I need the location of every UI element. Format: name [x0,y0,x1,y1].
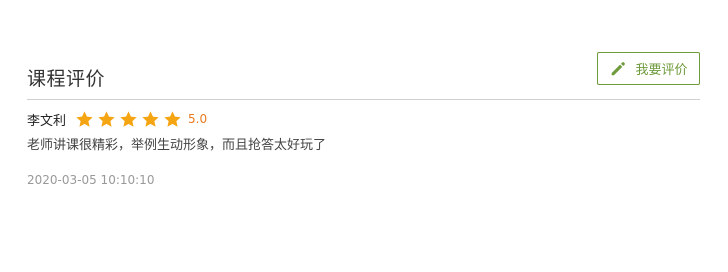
section-title: 课程评价 [27,68,106,90]
review-comment: 老师讲课很精彩，举例生动形象，而且抢答太好玩了 [27,138,327,153]
review-item: 李文利 5.0 老师讲课很精彩，举例生动形象，而且抢答太好玩了 2020-03-… [27,108,700,188]
star-icon [164,110,181,127]
course-review-panel: 课程评价 我要评价 李文利 5.0 老师讲课很精彩，举例生动形象，而且抢答太好玩… [0,0,728,272]
star-icon [76,110,93,127]
write-review-label: 我要评价 [635,63,688,78]
write-review-button[interactable]: 我要评价 [597,52,700,85]
rating-score: 5.0 [188,112,208,126]
star-icon [120,110,137,127]
star-icon [142,110,159,127]
reviewer-name: 李文利 [27,113,67,129]
star-icon [98,110,115,127]
review-meta: 李文利 5.0 [27,108,700,130]
pencil-icon [612,61,626,75]
review-timestamp: 2020-03-05 10:10:10 [27,173,155,187]
rating-stars [75,110,182,129]
review-header: 课程评价 我要评价 [27,52,700,100]
